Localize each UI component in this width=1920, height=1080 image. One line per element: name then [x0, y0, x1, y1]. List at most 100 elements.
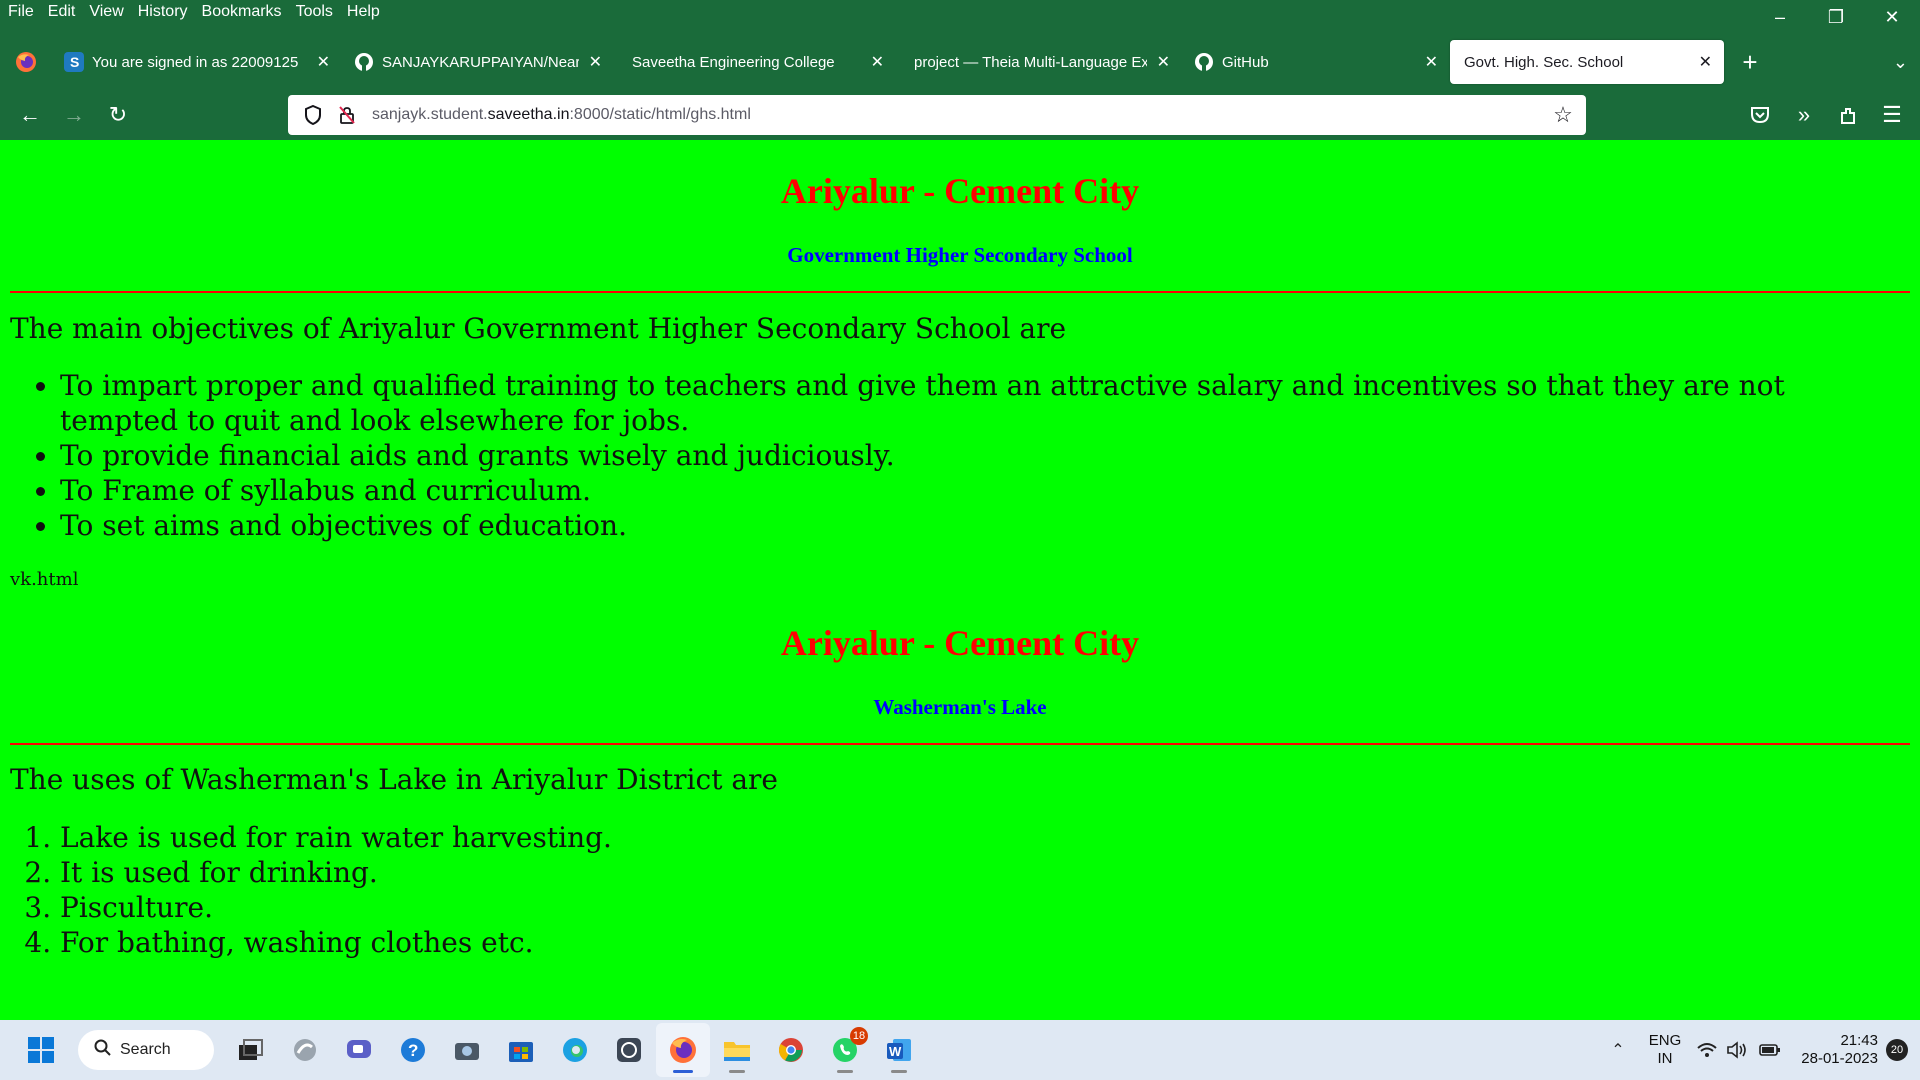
bookmark-star-icon[interactable]: ☆	[1546, 95, 1580, 135]
list-item: It is used for drinking.	[60, 855, 1900, 890]
back-button[interactable]: ←	[8, 95, 52, 135]
close-tab-icon[interactable]: ✕	[1157, 52, 1170, 72]
tab-title: Govt. High. Sec. School	[1464, 53, 1624, 71]
menu-history[interactable]: History	[138, 3, 188, 21]
section1-divider	[10, 291, 1910, 293]
new-tab-button[interactable]: +	[1728, 40, 1772, 84]
lang-code: ENG	[1648, 1032, 1682, 1049]
section2-divider	[10, 743, 1910, 745]
tab-github-nearme[interactable]: SANJAYKARUPPAIYAN/NearMe ✕	[342, 40, 614, 84]
tab-theia-project[interactable]: project — Theia Multi-Language Ex ✕	[896, 40, 1182, 84]
github-icon	[354, 52, 374, 72]
pocket-icon[interactable]	[1738, 95, 1782, 135]
list-all-tabs-icon[interactable]: ⌄	[1893, 38, 1908, 86]
menu-tools[interactable]: Tools	[296, 3, 333, 21]
github-icon	[1194, 52, 1214, 72]
region-code: IN	[1657, 1050, 1673, 1067]
wifi-icon[interactable]	[1692, 1023, 1722, 1077]
notification-count-badge[interactable]: 20	[1886, 1039, 1908, 1061]
minimize-icon[interactable]: –	[1752, 0, 1808, 34]
restore-icon[interactable]: ❐	[1808, 0, 1864, 34]
toolbar-right: » ☰	[1738, 90, 1914, 140]
tab-title: GitHub	[1222, 53, 1269, 71]
nav-bar: ← → ↻ sanjayk.student.saveetha.in:8000/s…	[0, 90, 1920, 140]
menu-edit[interactable]: Edit	[48, 3, 76, 21]
url-domain: saveetha.in	[487, 106, 570, 123]
microsoft-store-icon[interactable]	[494, 1023, 548, 1077]
menu-bar: File Edit View History Bookmarks Tools H…	[0, 0, 1920, 24]
sharepoint-s-icon: S	[64, 52, 84, 72]
clock-time: 21:43	[1840, 1032, 1878, 1049]
running-indicator	[891, 1070, 907, 1073]
menu-view[interactable]: View	[89, 3, 123, 21]
section1-intro: The main objectives of Ariyalur Governme…	[10, 312, 1067, 345]
tab-signed-in[interactable]: S You are signed in as 22009125 ✕	[52, 40, 342, 84]
url-suffix: :8000/static/html/ghs.html	[569, 106, 751, 123]
insecure-lock-icon[interactable]	[330, 95, 364, 135]
reload-button[interactable]: ↻	[96, 95, 140, 135]
close-tab-icon[interactable]: ✕	[871, 52, 884, 72]
tab-title: Saveetha Engineering College	[632, 53, 835, 71]
list-item: To set aims and objectives of education.	[60, 508, 1900, 543]
svg-text:S: S	[70, 54, 79, 70]
teams-chat-icon[interactable]	[332, 1023, 386, 1077]
app-icon[interactable]	[602, 1023, 656, 1077]
close-window-icon[interactable]: ✕	[1864, 0, 1920, 34]
extensions-icon[interactable]	[1826, 95, 1870, 135]
whatsapp-icon[interactable]: 18	[818, 1023, 872, 1077]
notification-badge: 18	[850, 1027, 868, 1045]
hamburger-menu-icon[interactable]: ☰	[1870, 95, 1914, 135]
language-indicator[interactable]: ENG IN	[1638, 1032, 1692, 1068]
page-content: Ariyalur - Cement City Government Higher…	[0, 140, 1920, 1020]
windows-start-icon[interactable]	[14, 1023, 68, 1077]
battery-icon[interactable]	[1752, 1023, 1788, 1077]
tab-title: You are signed in as 22009125	[92, 53, 299, 71]
close-tab-icon[interactable]: ✕	[317, 52, 330, 72]
section1-heading: Ariyalur - Cement City	[780, 171, 1140, 211]
edge-icon[interactable]	[548, 1023, 602, 1077]
forward-button[interactable]: →	[52, 95, 96, 135]
svg-text:W: W	[889, 1044, 902, 1059]
menu-help[interactable]: Help	[347, 3, 380, 21]
firefox-taskbar-icon[interactable]	[656, 1023, 710, 1077]
menu-bookmarks[interactable]: Bookmarks	[202, 3, 282, 21]
volume-icon[interactable]	[1722, 1023, 1752, 1077]
shield-icon[interactable]	[296, 95, 330, 135]
menu-file[interactable]: File	[8, 3, 34, 21]
taskbar-search[interactable]: Search	[78, 1030, 214, 1070]
help-icon[interactable]: ?	[386, 1023, 440, 1077]
word-icon[interactable]: W	[872, 1023, 926, 1077]
list-item: For bathing, washing clothes etc.	[60, 925, 1900, 960]
url-bar[interactable]: sanjayk.student.saveetha.in:8000/static/…	[288, 95, 1586, 135]
search-label: Search	[120, 1041, 171, 1058]
browser-chrome: File Edit View History Bookmarks Tools H…	[0, 0, 1920, 140]
list-item: To provide financial aids and grants wis…	[60, 438, 1900, 473]
taskbar: Search ? 18 W ⌃ ENG IN 21:43 28-01-2023 …	[0, 1020, 1920, 1080]
chrome-icon[interactable]	[764, 1023, 818, 1077]
close-tab-icon[interactable]: ✕	[1425, 52, 1438, 72]
firefox-logo-icon[interactable]	[0, 38, 52, 86]
tab-title: project — Theia Multi-Language Ex	[914, 53, 1147, 71]
clock[interactable]: 21:43 28-01-2023	[1788, 1032, 1878, 1068]
overflow-chevron-icon[interactable]: »	[1782, 95, 1826, 135]
show-hidden-icons-chevron[interactable]: ⌃	[1598, 1023, 1638, 1077]
widgets-icon[interactable]	[278, 1023, 332, 1077]
search-icon	[94, 1039, 112, 1062]
tab-saveetha[interactable]: Saveetha Engineering College ✕	[614, 40, 896, 84]
task-view-icon[interactable]	[224, 1023, 278, 1077]
running-indicator	[729, 1070, 745, 1073]
camera-icon[interactable]	[440, 1023, 494, 1077]
close-tab-icon[interactable]: ✕	[1699, 52, 1712, 72]
svg-text:?: ?	[408, 1041, 418, 1060]
list-item: Pisculture.	[60, 890, 1900, 925]
tab-govt-school[interactable]: Govt. High. Sec. School ✕	[1450, 40, 1724, 84]
file-explorer-icon[interactable]	[710, 1023, 764, 1077]
tab-github[interactable]: GitHub ✕	[1182, 40, 1450, 84]
url-text: sanjayk.student.saveetha.in:8000/static/…	[372, 106, 1546, 124]
section1-subheading: Government Higher Secondary School	[787, 243, 1133, 267]
active-indicator	[673, 1070, 693, 1073]
tab-title: SANJAYKARUPPAIYAN/NearMe	[382, 53, 579, 71]
objectives-list: To impart proper and qualified training …	[60, 368, 1900, 543]
close-tab-icon[interactable]: ✕	[589, 52, 602, 72]
running-indicator	[837, 1070, 853, 1073]
